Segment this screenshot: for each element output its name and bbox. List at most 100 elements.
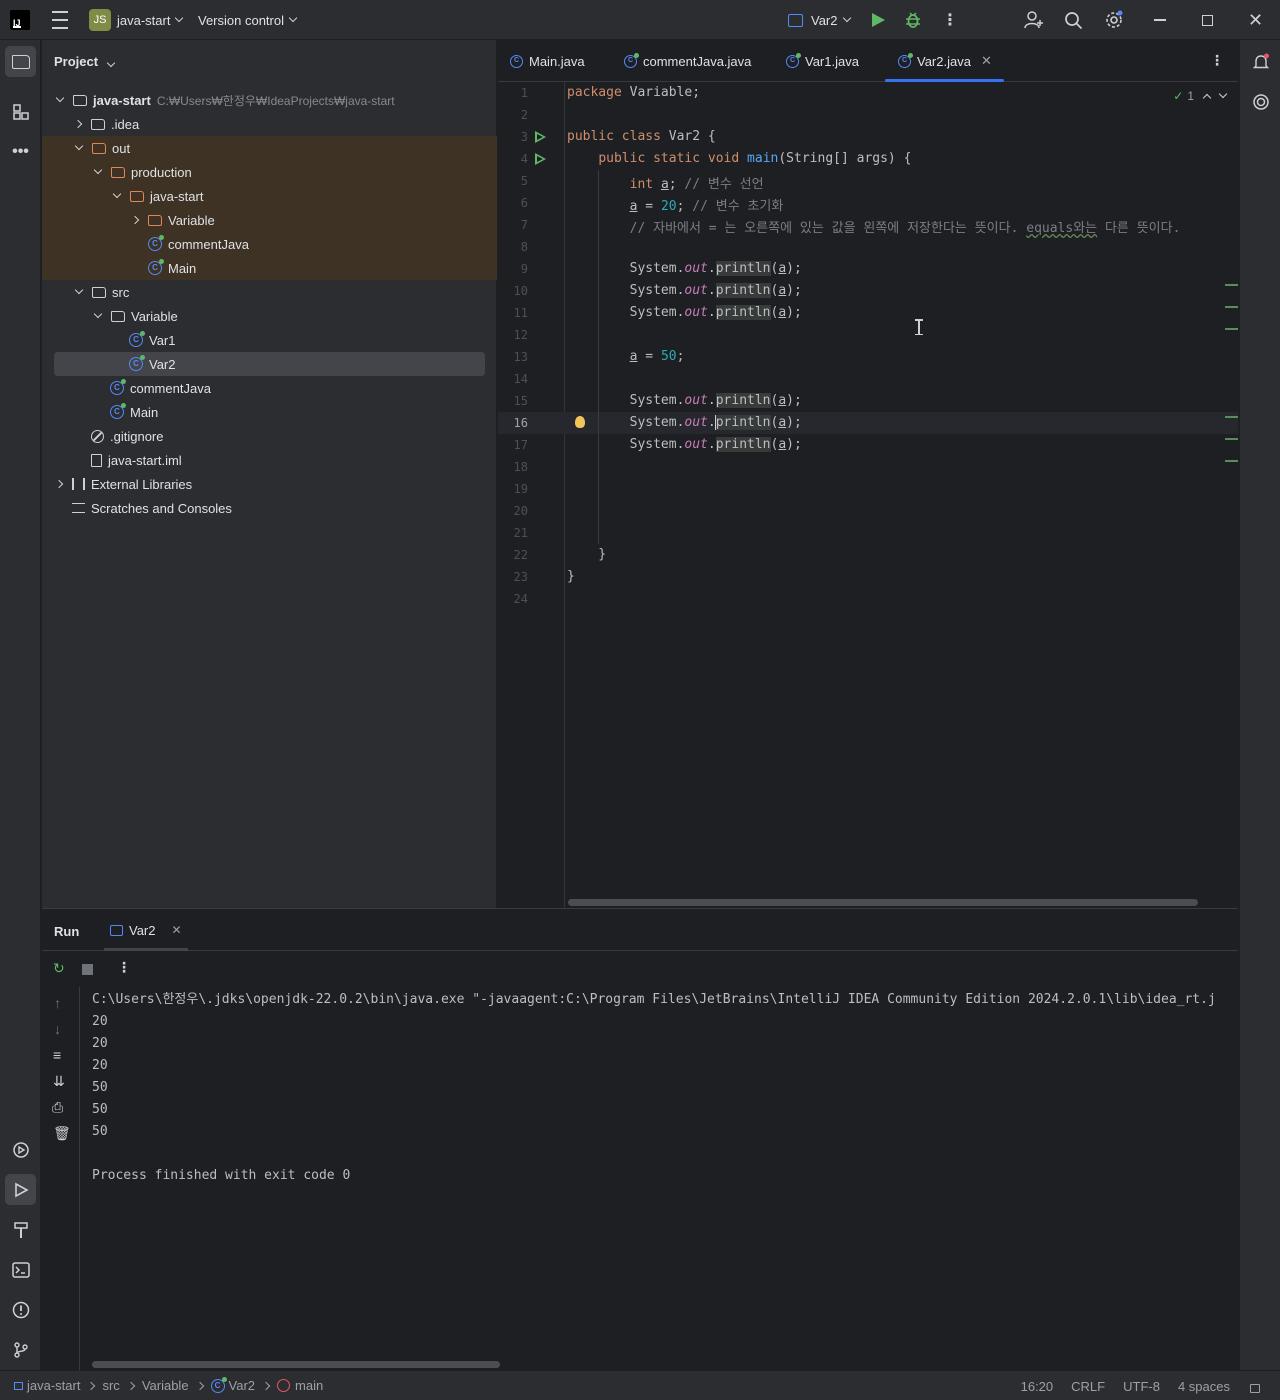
tree-item[interactable]: java-start <box>42 184 497 208</box>
lock-icon[interactable] <box>1250 1383 1260 1393</box>
problems-tool-button[interactable] <box>5 1294 36 1325</box>
code-line[interactable]: a = 50; <box>567 349 685 364</box>
code-line[interactable]: System.out.println(a); <box>567 305 802 320</box>
code-line[interactable]: } <box>567 547 606 562</box>
tree-item[interactable]: java-start.iml <box>42 448 497 472</box>
crumb-method[interactable]: main <box>277 1378 323 1393</box>
inspection-widget[interactable]: ✓ 1 <box>1173 89 1228 103</box>
chevron-right-icon[interactable] <box>130 215 140 225</box>
build-tool-button[interactable] <box>5 1214 36 1245</box>
run-main-gutter-icon[interactable] <box>535 153 546 165</box>
more-tools-button[interactable]: ••• <box>5 136 36 167</box>
notifications-button[interactable] <box>1245 46 1276 77</box>
stop-icon[interactable] <box>82 964 93 975</box>
more-actions-button[interactable]: ⋮ <box>942 0 958 40</box>
ai-assistant-button[interactable] <box>1245 86 1276 117</box>
editor-horizontal-scrollbar[interactable] <box>568 899 1198 906</box>
scroll-down-icon[interactable]: ↓ <box>54 1021 61 1037</box>
file-encoding[interactable]: UTF-8 <box>1123 1379 1160 1394</box>
crumb-module[interactable]: java-start <box>14 1378 80 1393</box>
terminal-tool-button[interactable] <box>5 1254 36 1285</box>
code-line[interactable]: int a; // 변수 선언 <box>567 173 764 192</box>
chevron-right-icon[interactable] <box>73 119 83 129</box>
run-config-selector[interactable]: Var2 <box>788 0 851 40</box>
chevron-down-icon[interactable] <box>93 309 103 319</box>
minimize-button[interactable] <box>1154 0 1166 40</box>
tree-item[interactable]: Scratches and Consoles <box>42 496 497 520</box>
main-menu-button[interactable] <box>50 0 70 40</box>
tree-item[interactable]: C Var2 <box>54 352 485 376</box>
tree-item[interactable]: Variable <box>42 304 497 328</box>
trash-icon[interactable]: 🗑 <box>53 1125 71 1142</box>
code-line[interactable]: System.out.println(a); <box>567 393 802 408</box>
tree-item[interactable]: out <box>42 136 497 160</box>
console-horizontal-scrollbar[interactable] <box>92 1361 500 1368</box>
tree-item[interactable]: Variable <box>42 208 497 232</box>
tree-item[interactable]: C Main <box>42 400 497 424</box>
chevron-down-icon[interactable] <box>112 189 122 199</box>
caret-position[interactable]: 16:20 <box>1021 1379 1054 1394</box>
scroll-to-end-icon[interactable]: ⇊ <box>53 1073 65 1090</box>
project-tool-button[interactable] <box>5 46 36 77</box>
crumb-package[interactable]: Variable <box>142 1378 189 1393</box>
search-button[interactable] <box>1064 0 1083 40</box>
close-window-button[interactable]: ✕ <box>1248 0 1263 40</box>
code-with-me-button[interactable] <box>1024 0 1044 40</box>
chevron-down-icon[interactable] <box>74 285 84 295</box>
tree-item[interactable]: CcommentJava <box>42 232 497 256</box>
settings-button[interactable] <box>1104 0 1124 40</box>
code-line[interactable]: System.out.println(a); <box>567 415 802 430</box>
more-vertical-icon[interactable]: ⋮ <box>117 959 131 976</box>
tab-var1-java[interactable]: C Var1.java <box>786 40 859 82</box>
chevron-down-icon[interactable] <box>93 165 103 175</box>
soft-wrap-icon[interactable]: ≡ <box>53 1047 61 1063</box>
code-line[interactable]: System.out.println(a); <box>567 261 802 276</box>
chevron-down-icon[interactable] <box>1218 89 1228 99</box>
tree-item[interactable]: java-start C:₩Users₩한정우₩IdeaProjects₩java… <box>42 88 497 112</box>
lightbulb-icon[interactable] <box>575 416 585 428</box>
indent-setting[interactable]: 4 spaces <box>1178 1379 1230 1394</box>
tree-item[interactable]: C Main <box>42 256 497 280</box>
version-control-menu[interactable]: Version control <box>198 0 298 40</box>
close-tab-icon[interactable]: ✕ <box>981 53 992 69</box>
code-line[interactable]: public static void main(String[] args) { <box>567 151 911 166</box>
rerun-icon[interactable]: ↻ <box>53 960 65 977</box>
code-editor[interactable]: ✓ 1 1 package Variable; 2 3 public class Var… <box>498 82 1238 908</box>
run-tab-var2[interactable]: Var2 ✕ <box>104 909 188 951</box>
run-class-gutter-icon[interactable] <box>535 131 546 143</box>
code-line[interactable]: System.out.println(a); <box>567 437 802 452</box>
tab-commentjava-java[interactable]: C commentJava.java <box>624 40 751 82</box>
tree-item[interactable]: .gitignore <box>42 424 497 448</box>
chevron-up-icon[interactable] <box>1202 93 1212 103</box>
code-line[interactable]: public class Var2 { <box>567 129 716 144</box>
project-panel-title[interactable]: Project <box>54 54 115 69</box>
code-line[interactable]: // 자바에서 = 는 오른쪽에 있는 값을 왼쪽에 저장한다는 뜻이다. eq… <box>567 217 1181 236</box>
code-line[interactable]: System.out.println(a); <box>567 283 802 298</box>
tree-item[interactable]: production <box>42 160 497 184</box>
print-icon[interactable]: ⎙ <box>52 1099 63 1116</box>
intellij-logo-icon[interactable]: IJ <box>10 10 30 30</box>
scroll-up-icon[interactable]: ↑ <box>54 995 61 1011</box>
tab-var2-java[interactable]: C Var2.java ✕ <box>885 40 1004 82</box>
project-switcher[interactable]: JS java-start <box>89 0 184 40</box>
tabs-more-button[interactable]: ⋮ <box>1210 52 1224 69</box>
tree-item[interactable]: CcommentJava <box>42 376 497 400</box>
debug-button[interactable] <box>904 0 922 40</box>
run-tool-button[interactable] <box>5 1174 36 1205</box>
tree-item[interactable]: External Libraries <box>42 472 497 496</box>
chevron-down-icon[interactable] <box>74 141 84 151</box>
tree-item[interactable]: .idea <box>42 112 497 136</box>
maximize-button[interactable] <box>1202 0 1213 40</box>
structure-tool-button[interactable] <box>5 96 36 127</box>
tab-main-java[interactable]: C Main.java <box>510 40 585 82</box>
crumb-src[interactable]: src <box>102 1378 119 1393</box>
tree-item[interactable]: src <box>42 280 497 304</box>
crumb-class[interactable]: C Var2 <box>210 1376 255 1393</box>
close-tab-icon[interactable]: ✕ <box>172 923 182 937</box>
code-line[interactable]: } <box>567 569 575 584</box>
code-line[interactable]: package Variable; <box>567 85 700 100</box>
chevron-down-icon[interactable] <box>55 93 65 103</box>
console-output[interactable]: C:\Users\한정우\.jdks\openjdk-22.0.2\bin\ja… <box>92 989 1238 1187</box>
chevron-right-icon[interactable] <box>54 479 64 489</box>
tree-item[interactable]: C Var1 <box>42 328 497 352</box>
